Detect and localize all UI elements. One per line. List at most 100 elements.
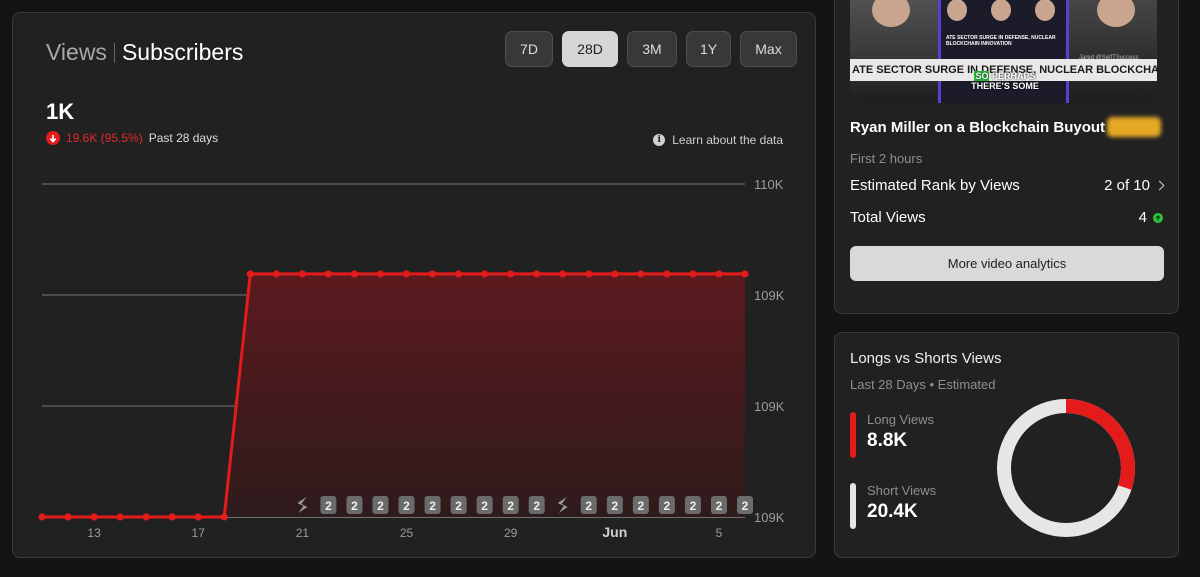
- short-views-swatch: [850, 483, 856, 529]
- data-point: [507, 270, 515, 278]
- upload-count-badge: 2: [684, 496, 701, 514]
- data-point: [402, 270, 411, 278]
- thumbnail-face: [1035, 0, 1055, 21]
- upload-count-badge: 2: [710, 496, 727, 514]
- upload-count-label: 2: [377, 499, 384, 513]
- x-tick-label: 17: [192, 526, 206, 540]
- data-point: [194, 513, 202, 521]
- data-point: [481, 270, 489, 278]
- area-fill: [42, 273, 745, 517]
- data-point: [38, 513, 46, 521]
- x-tick-label: 13: [87, 526, 101, 540]
- video-timeframe: First 2 hours: [850, 151, 923, 166]
- data-point: [220, 513, 228, 521]
- more-video-analytics-button[interactable]: More video analytics: [850, 246, 1164, 281]
- data-point: [689, 270, 697, 278]
- data-point: [428, 270, 437, 278]
- x-tick-label: 25: [400, 526, 414, 540]
- x-tick-label: 21: [296, 526, 310, 540]
- short-views-value: 20.4K: [867, 501, 918, 522]
- thumbnail-face: [1097, 0, 1135, 27]
- upload-count-badge: 2: [606, 496, 623, 514]
- total-views-row: Total Views 4: [850, 209, 1163, 226]
- subscribers-chart-card: Views Subscribers 7D 28D 3M 1Y Max 1K 19…: [12, 12, 816, 558]
- upload-count-badge: 2: [398, 496, 415, 514]
- short-views-label: Short Views: [867, 483, 937, 498]
- subscribers-area-chart: 110K 109K 109K 109K 2 2 2 2 2 2 2 2 2 2 2 2 2 2 2 2 13 17 21 25…: [38, 177, 785, 540]
- caption-line2: THERE'S SOME: [971, 81, 1039, 91]
- upload-count-badge: 2: [372, 496, 389, 514]
- data-point: [272, 270, 280, 278]
- rank-value: 2 of 10: [1104, 177, 1150, 194]
- upload-count-badge: 2: [580, 496, 597, 514]
- y-tick-label: 110K: [754, 177, 784, 192]
- data-point: [585, 270, 593, 278]
- upload-count-label: 2: [638, 499, 645, 513]
- upload-count-label: 2: [742, 499, 749, 513]
- data-point: [376, 270, 385, 278]
- upload-count-label: 2: [611, 499, 618, 513]
- data-point: [90, 513, 98, 521]
- data-point: [168, 513, 176, 521]
- upload-count-label: 2: [351, 499, 358, 513]
- data-point: [350, 270, 359, 278]
- longs-shorts-donut: [997, 399, 1135, 537]
- upload-count-badge: 2: [346, 496, 363, 514]
- data-point: [298, 270, 306, 278]
- upload-count-badge: 2: [476, 496, 493, 514]
- upload-count-badge: 2: [320, 496, 337, 514]
- data-point: [611, 270, 619, 278]
- thumbnail-face: [872, 0, 910, 27]
- upload-count-badge: 2: [658, 496, 675, 514]
- rank-row[interactable]: Estimated Rank by Views 2 of 10: [850, 177, 1165, 194]
- video-thumbnail[interactable]: ATE SECTOR SURGE IN DEFENSE, NUCLEAR BLO…: [850, 0, 1157, 103]
- data-point: [324, 270, 333, 278]
- longs-vs-shorts-card: Longs vs Shorts Views Last 28 Days • Est…: [834, 332, 1179, 558]
- data-point: [741, 270, 749, 278]
- thumbnail-mini-headline: ATE SECTOR SURGE IN DEFENSE, NUCLEAR BLO…: [946, 35, 1056, 47]
- upload-count-label: 2: [507, 499, 514, 513]
- y-tick-label: 109K: [754, 510, 785, 525]
- long-views-value: 8.8K: [867, 430, 908, 451]
- caption-highlight: SO: [974, 71, 990, 81]
- up-arrow-icon: [1153, 212, 1163, 223]
- upload-count-label: 2: [325, 499, 332, 513]
- video-title[interactable]: Ryan Miller on a Blockchain Buyout: [850, 119, 1105, 136]
- thumbnail-face: [991, 0, 1011, 21]
- upload-count-label: 2: [716, 499, 723, 513]
- total-views-value: 4: [1138, 209, 1147, 226]
- data-point: [533, 270, 541, 278]
- top-video-card: ATE SECTOR SURGE IN DEFENSE, NUCLEAR BLO…: [834, 0, 1179, 314]
- thumbnail-right-panel: [1069, 0, 1157, 103]
- upload-count-badge: 2: [450, 496, 467, 514]
- upload-count-label: 2: [533, 499, 540, 513]
- long-views-swatch: [850, 412, 856, 458]
- thumbnail-left-panel: [850, 0, 938, 103]
- thumbnail-caption: SO PERHAPS THERE'S SOME: [950, 71, 1060, 91]
- upload-count-label: 2: [429, 499, 436, 513]
- data-point: [116, 513, 124, 521]
- upload-count-label: 2: [585, 499, 592, 513]
- data-point: [246, 270, 254, 278]
- caption-text: PERHAPS: [992, 71, 1036, 81]
- x-tick-label: Jun: [602, 524, 627, 540]
- upload-count-label: 2: [664, 499, 671, 513]
- data-point: [663, 270, 671, 278]
- x-tick-label: 5: [716, 526, 723, 540]
- upload-count-badge: 2: [424, 496, 441, 514]
- chevron-right-icon: [1154, 180, 1165, 191]
- upload-count-label: 2: [455, 499, 462, 513]
- y-tick-label: 109K: [754, 399, 785, 414]
- upload-count-badge: 2: [632, 496, 649, 514]
- data-point: [559, 270, 567, 278]
- data-point: [142, 513, 150, 521]
- blurred-badge: [1107, 117, 1161, 137]
- card-title: Longs vs Shorts Views: [850, 350, 1002, 367]
- long-views-label: Long Views: [867, 412, 934, 427]
- upload-count-label: 2: [481, 499, 488, 513]
- data-point: [715, 270, 723, 278]
- upload-count-label: 2: [403, 499, 410, 513]
- data-point: [637, 270, 645, 278]
- upload-count-badge: 2: [528, 496, 545, 514]
- upload-count-label: 2: [690, 499, 697, 513]
